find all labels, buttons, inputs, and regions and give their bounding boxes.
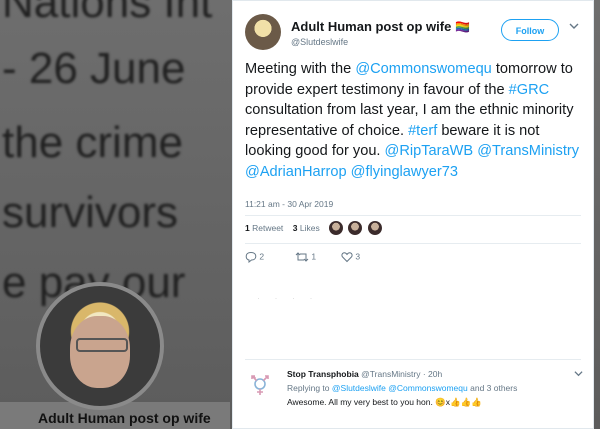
hashtag-link[interactable]: #GRC: [509, 82, 550, 98]
author-flag-emoji: 🏳️‍🌈: [454, 20, 470, 34]
retweet-stat[interactable]: 1 Retweet: [245, 223, 283, 233]
hashtag-link[interactable]: #terf: [408, 123, 437, 139]
mention-link[interactable]: @flyinglawyer73: [351, 164, 458, 180]
tweet-card: Adult Human post op wife 🏳️‍🌈 @Slutdeslw…: [232, 0, 594, 429]
reply-author[interactable]: Stop Transphobia @TransMinistry · 20h: [287, 369, 442, 379]
transgender-symbol-icon[interactable]: [245, 369, 275, 399]
reply-age: · 20h: [422, 369, 443, 379]
replying-to: Replying to @Slutdeslwife @Commonswomequ…: [287, 383, 517, 393]
tweet-text: Meeting with the @Commonswomequ tomorrow…: [245, 59, 585, 182]
author-handle[interactable]: @Slutdeslwife: [291, 37, 348, 47]
mention-link[interactable]: @TransMinistry: [477, 143, 579, 159]
background-text-line: the crime: [2, 118, 183, 167]
divider: [245, 359, 581, 360]
tweet-timestamp[interactable]: 11:21 am - 30 Apr 2019: [245, 199, 333, 209]
tweet-header: Adult Human post op wife 🏳️‍🌈 @Slutdeslw…: [245, 11, 583, 55]
tweet-stats: 1 Retweet 3 Likes: [245, 223, 320, 233]
replying-prefix: Replying to: [287, 383, 332, 393]
like-stat-label: Likes: [299, 223, 320, 233]
tweet-actions: 2 1 3: [245, 251, 445, 267]
reply-tweet[interactable]: Stop Transphobia @TransMinistry · 20h Re…: [245, 367, 585, 427]
liker-avatar[interactable]: [367, 221, 382, 235]
background-text-line: Nations Int: [2, 0, 213, 27]
loading-placeholder: · · · ·: [257, 293, 319, 303]
like-stat[interactable]: 3 Likes: [293, 223, 320, 233]
like-stat-count: 3: [292, 223, 298, 233]
divider: [245, 243, 581, 244]
background-text-line: survivors: [2, 188, 179, 237]
divider: [245, 215, 581, 216]
tweet-text-segment: Meeting with the: [245, 61, 356, 77]
author-avatar[interactable]: [245, 14, 281, 50]
chevron-down-icon[interactable]: [574, 369, 583, 378]
background-profile-name: Adult Human post op wife: [38, 410, 211, 426]
liker-avatars: [329, 221, 383, 240]
author-name-text: Adult Human post op wife: [291, 19, 452, 34]
mention-link[interactable]: @Commonswomequ: [355, 61, 491, 77]
like-button[interactable]: 3: [341, 251, 360, 263]
background-profile-avatar: [36, 282, 164, 410]
avatar-glasses: [76, 338, 128, 352]
follow-button[interactable]: Follow: [501, 19, 559, 41]
chevron-down-icon[interactable]: [569, 21, 579, 31]
replying-suffix[interactable]: and 3 others: [468, 383, 517, 393]
retweet-stat-count: 1: [245, 223, 250, 233]
mention-link[interactable]: @AdrianHarrop: [245, 164, 347, 180]
liker-avatar[interactable]: [329, 221, 343, 235]
reply-button[interactable]: 2: [245, 251, 265, 264]
reply-author-name: Stop Transphobia: [287, 369, 359, 379]
reply-text: Awesome. All my very best to you hon. 😊x…: [287, 397, 482, 407]
replying-to-link[interactable]: @Commonswomequ: [388, 383, 468, 393]
retweet-count: 1: [311, 251, 317, 262]
author-name[interactable]: Adult Human post op wife 🏳️‍🌈: [291, 19, 470, 34]
reply-count: 2: [259, 251, 265, 262]
retweet-button[interactable]: 1: [295, 251, 316, 263]
retweet-stat-label: Retweet: [252, 223, 284, 233]
background-text-line: - 26 June: [2, 44, 186, 93]
avatar-face: [70, 316, 130, 388]
reply-author-handle: @TransMinistry: [361, 369, 421, 379]
heart-icon: [341, 252, 353, 263]
like-count: 3: [355, 251, 361, 262]
mention-link[interactable]: @RipTaraWB: [385, 143, 474, 159]
reply-icon: [245, 251, 257, 264]
retweet-icon: [295, 252, 309, 262]
replying-to-link[interactable]: @Slutdeslwife: [332, 383, 386, 393]
liker-avatar[interactable]: [348, 221, 363, 235]
